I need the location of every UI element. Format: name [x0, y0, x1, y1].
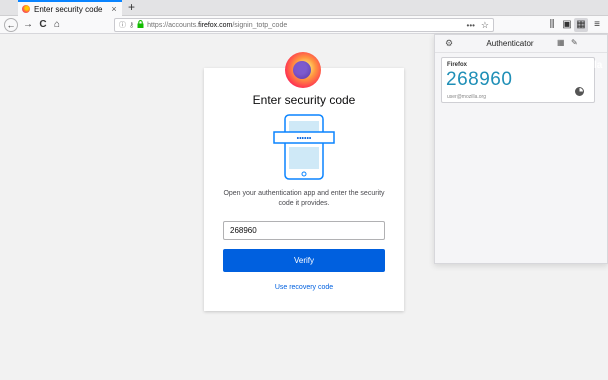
forward-button[interactable]: → [21, 18, 35, 32]
phone-code-illustration: •••••• [273, 114, 335, 180]
library-icon[interactable]: ⫼ [545, 18, 559, 32]
edit-icon[interactable]: ✎ [571, 38, 578, 47]
authenticator-panel: ⚙ Authenticator ▦ ✎ Firefox 268960 user@… [434, 34, 608, 264]
new-tab-button[interactable]: + [128, 1, 135, 14]
home-button[interactable]: ⌂ [50, 18, 64, 32]
otp-code[interactable]: 268960 [446, 69, 512, 91]
url-text: https://accounts.firefox.com/signin_totp… [147, 22, 462, 29]
page-title: Enter security code [252, 93, 356, 107]
tab-close-icon[interactable]: × [110, 4, 118, 14]
tab-title: Enter security code [34, 4, 103, 14]
key-icon[interactable]: ⚷ [129, 21, 134, 29]
firefox-favicon-icon [22, 5, 30, 13]
side-text: la [594, 60, 603, 71]
verify-button[interactable]: Verify [223, 249, 385, 272]
authenticator-extension-icon[interactable]: ▦ [574, 18, 588, 32]
url-path: /signin_totp_code [232, 21, 288, 29]
url-prefix: https://accounts. [147, 21, 199, 29]
panel-header: ⚙ Authenticator ▦ ✎ [435, 35, 607, 53]
entry-issuer: Firefox [447, 62, 468, 68]
page-actions-icon[interactable]: ••• [467, 21, 475, 30]
instruction-text: Open your authentication app and enter t… [223, 190, 385, 207]
lock-icon [137, 20, 144, 30]
firefox-logo [285, 52, 321, 88]
tab-strip: Enter security code × + [0, 0, 608, 16]
url-host: firefox.com [198, 21, 233, 29]
scan-qr-icon[interactable]: ▦ [557, 38, 565, 47]
url-bar[interactable]: ⓘ ⚷ https://accounts.firefox.com/signin_… [114, 18, 494, 32]
timer-pie-icon [575, 87, 584, 96]
otp-entry[interactable]: Firefox 268960 user@mozilla.org [441, 57, 595, 103]
phone-code-text: •••••• [297, 136, 312, 143]
info-icon[interactable]: ⓘ [119, 20, 126, 30]
recovery-code-link[interactable]: Use recovery code [204, 284, 404, 291]
back-button[interactable]: ← [4, 18, 18, 32]
menu-icon[interactable]: ≡ [590, 18, 604, 32]
tab-security-code[interactable]: Enter security code × [18, 0, 122, 16]
sidebar-icon[interactable]: ▣ [560, 18, 574, 32]
entry-account: user@mozilla.org [447, 94, 486, 100]
bookmark-star-icon[interactable]: ☆ [481, 20, 489, 31]
security-code-input[interactable] [223, 221, 385, 240]
reload-button[interactable]: C [36, 18, 50, 32]
navigation-toolbar: ← → C ⌂ ⓘ ⚷ https://accounts.firefox.com… [0, 16, 608, 34]
